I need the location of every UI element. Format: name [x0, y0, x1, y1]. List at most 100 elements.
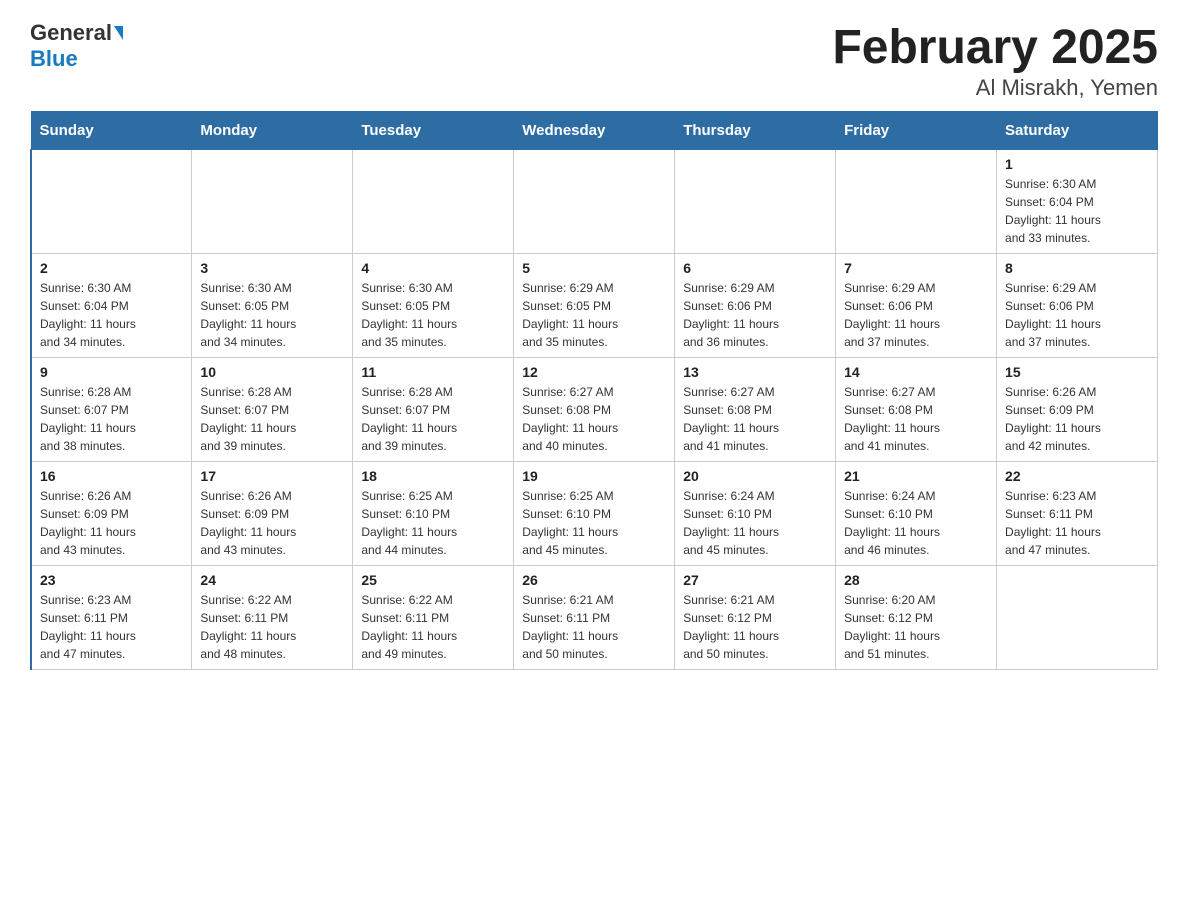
- table-row: 8 Sunrise: 6:29 AM Sunset: 6:06 PM Daylig…: [997, 254, 1158, 358]
- day-info: Sunrise: 6:26 AM Sunset: 6:09 PM Dayligh…: [1005, 383, 1149, 455]
- col-sunday: Sunday: [31, 112, 192, 150]
- day-info: Sunrise: 6:24 AM Sunset: 6:10 PM Dayligh…: [844, 487, 988, 559]
- table-row: 25 Sunrise: 6:22 AM Sunset: 6:11 PM Dayli…: [353, 566, 514, 670]
- calendar-week-row: 16 Sunrise: 6:26 AM Sunset: 6:09 PM Dayli…: [31, 462, 1158, 566]
- calendar-week-row: 9 Sunrise: 6:28 AM Sunset: 6:07 PM Daylig…: [31, 358, 1158, 462]
- day-number: 1: [1005, 156, 1149, 172]
- day-number: 27: [683, 572, 827, 588]
- day-number: 4: [361, 260, 505, 276]
- day-info: Sunrise: 6:26 AM Sunset: 6:09 PM Dayligh…: [40, 487, 183, 559]
- table-row: 18 Sunrise: 6:25 AM Sunset: 6:10 PM Dayli…: [353, 462, 514, 566]
- page-header: General Blue February 2025 Al Misrakh, Y…: [30, 20, 1158, 101]
- day-info: Sunrise: 6:23 AM Sunset: 6:11 PM Dayligh…: [40, 591, 183, 663]
- table-row: 4 Sunrise: 6:30 AM Sunset: 6:05 PM Daylig…: [353, 254, 514, 358]
- day-info: Sunrise: 6:28 AM Sunset: 6:07 PM Dayligh…: [200, 383, 344, 455]
- calendar-week-row: 2 Sunrise: 6:30 AM Sunset: 6:04 PM Daylig…: [31, 254, 1158, 358]
- table-row: 1 Sunrise: 6:30 AM Sunset: 6:04 PM Daylig…: [997, 150, 1158, 254]
- col-wednesday: Wednesday: [514, 112, 675, 150]
- table-row: [192, 150, 353, 254]
- table-row: 26 Sunrise: 6:21 AM Sunset: 6:11 PM Dayli…: [514, 566, 675, 670]
- table-row: [836, 150, 997, 254]
- table-row: [675, 150, 836, 254]
- table-row: 28 Sunrise: 6:20 AM Sunset: 6:12 PM Dayli…: [836, 566, 997, 670]
- day-number: 24: [200, 572, 344, 588]
- table-row: [514, 150, 675, 254]
- day-number: 6: [683, 260, 827, 276]
- table-row: 23 Sunrise: 6:23 AM Sunset: 6:11 PM Dayli…: [31, 566, 192, 670]
- table-row: 7Sunrise: 6:29 AM Sunset: 6:06 PM Daylig…: [836, 254, 997, 358]
- table-row: 27 Sunrise: 6:21 AM Sunset: 6:12 PM Dayli…: [675, 566, 836, 670]
- day-number: 13: [683, 364, 827, 380]
- table-row: 22 Sunrise: 6:23 AM Sunset: 6:11 PM Dayli…: [997, 462, 1158, 566]
- day-number: 28: [844, 572, 988, 588]
- day-number: 21: [844, 468, 988, 484]
- day-number: 12: [522, 364, 666, 380]
- day-number: 26: [522, 572, 666, 588]
- table-row: 19 Sunrise: 6:25 AM Sunset: 6:10 PM Dayli…: [514, 462, 675, 566]
- calendar-week-row: 1 Sunrise: 6:30 AM Sunset: 6:04 PM Daylig…: [31, 150, 1158, 254]
- day-number: 16: [40, 468, 183, 484]
- logo-triangle-icon: [114, 26, 123, 40]
- day-number: 19: [522, 468, 666, 484]
- day-info: Sunrise: 6:28 AM Sunset: 6:07 PM Dayligh…: [40, 383, 183, 455]
- day-number: 18: [361, 468, 505, 484]
- logo: General Blue: [30, 20, 123, 72]
- table-row: [31, 150, 192, 254]
- day-info: Sunrise: 6:25 AM Sunset: 6:10 PM Dayligh…: [361, 487, 505, 559]
- day-info: Sunrise: 6:21 AM Sunset: 6:11 PM Dayligh…: [522, 591, 666, 663]
- day-info: Sunrise: 6:30 AM Sunset: 6:04 PM Dayligh…: [40, 279, 183, 351]
- table-row: 11Sunrise: 6:28 AM Sunset: 6:07 PM Dayli…: [353, 358, 514, 462]
- day-number: 11: [361, 364, 505, 380]
- day-info: Sunrise: 6:30 AM Sunset: 6:04 PM Dayligh…: [1005, 175, 1149, 247]
- table-row: 17Sunrise: 6:26 AM Sunset: 6:09 PM Dayli…: [192, 462, 353, 566]
- day-info: Sunrise: 6:27 AM Sunset: 6:08 PM Dayligh…: [844, 383, 988, 455]
- table-row: 3Sunrise: 6:30 AM Sunset: 6:05 PM Daylig…: [192, 254, 353, 358]
- day-number: 20: [683, 468, 827, 484]
- day-info: Sunrise: 6:27 AM Sunset: 6:08 PM Dayligh…: [522, 383, 666, 455]
- calendar-header-row: Sunday Monday Tuesday Wednesday Thursday…: [31, 112, 1158, 150]
- table-row: 14 Sunrise: 6:27 AM Sunset: 6:08 PM Dayli…: [836, 358, 997, 462]
- col-tuesday: Tuesday: [353, 112, 514, 150]
- day-info: Sunrise: 6:22 AM Sunset: 6:11 PM Dayligh…: [200, 591, 344, 663]
- day-number: 7: [844, 260, 988, 276]
- table-row: [997, 566, 1158, 670]
- day-info: Sunrise: 6:29 AM Sunset: 6:06 PM Dayligh…: [683, 279, 827, 351]
- day-info: Sunrise: 6:23 AM Sunset: 6:11 PM Dayligh…: [1005, 487, 1149, 559]
- day-info: Sunrise: 6:24 AM Sunset: 6:10 PM Dayligh…: [683, 487, 827, 559]
- table-row: [353, 150, 514, 254]
- table-row: 10Sunrise: 6:28 AM Sunset: 6:07 PM Dayli…: [192, 358, 353, 462]
- table-row: 9 Sunrise: 6:28 AM Sunset: 6:07 PM Daylig…: [31, 358, 192, 462]
- day-info: Sunrise: 6:20 AM Sunset: 6:12 PM Dayligh…: [844, 591, 988, 663]
- day-info: Sunrise: 6:29 AM Sunset: 6:06 PM Dayligh…: [1005, 279, 1149, 351]
- table-row: 2 Sunrise: 6:30 AM Sunset: 6:04 PM Daylig…: [31, 254, 192, 358]
- table-row: 20 Sunrise: 6:24 AM Sunset: 6:10 PM Dayli…: [675, 462, 836, 566]
- day-number: 22: [1005, 468, 1149, 484]
- day-number: 14: [844, 364, 988, 380]
- table-row: 12 Sunrise: 6:27 AM Sunset: 6:08 PM Dayli…: [514, 358, 675, 462]
- day-number: 2: [40, 260, 183, 276]
- page-subtitle: Al Misrakh, Yemen: [832, 75, 1158, 101]
- day-number: 15: [1005, 364, 1149, 380]
- day-number: 25: [361, 572, 505, 588]
- calendar-table: Sunday Monday Tuesday Wednesday Thursday…: [30, 111, 1158, 670]
- day-number: 5: [522, 260, 666, 276]
- table-row: 16 Sunrise: 6:26 AM Sunset: 6:09 PM Dayli…: [31, 462, 192, 566]
- day-info: Sunrise: 6:29 AM Sunset: 6:05 PM Dayligh…: [522, 279, 666, 351]
- table-row: 6 Sunrise: 6:29 AM Sunset: 6:06 PM Daylig…: [675, 254, 836, 358]
- page-title: February 2025: [832, 20, 1158, 75]
- day-info: Sunrise: 6:30 AM Sunset: 6:05 PM Dayligh…: [361, 279, 505, 351]
- table-row: 13Sunrise: 6:27 AM Sunset: 6:08 PM Dayli…: [675, 358, 836, 462]
- day-info: Sunrise: 6:25 AM Sunset: 6:10 PM Dayligh…: [522, 487, 666, 559]
- day-info: Sunrise: 6:22 AM Sunset: 6:11 PM Dayligh…: [361, 591, 505, 663]
- col-monday: Monday: [192, 112, 353, 150]
- day-info: Sunrise: 6:21 AM Sunset: 6:12 PM Dayligh…: [683, 591, 827, 663]
- col-saturday: Saturday: [997, 112, 1158, 150]
- day-number: 9: [40, 364, 183, 380]
- col-thursday: Thursday: [675, 112, 836, 150]
- title-block: February 2025 Al Misrakh, Yemen: [832, 20, 1158, 101]
- logo-general-text: General: [30, 20, 112, 46]
- col-friday: Friday: [836, 112, 997, 150]
- day-number: 8: [1005, 260, 1149, 276]
- day-number: 23: [40, 572, 183, 588]
- calendar-week-row: 23 Sunrise: 6:23 AM Sunset: 6:11 PM Dayli…: [31, 566, 1158, 670]
